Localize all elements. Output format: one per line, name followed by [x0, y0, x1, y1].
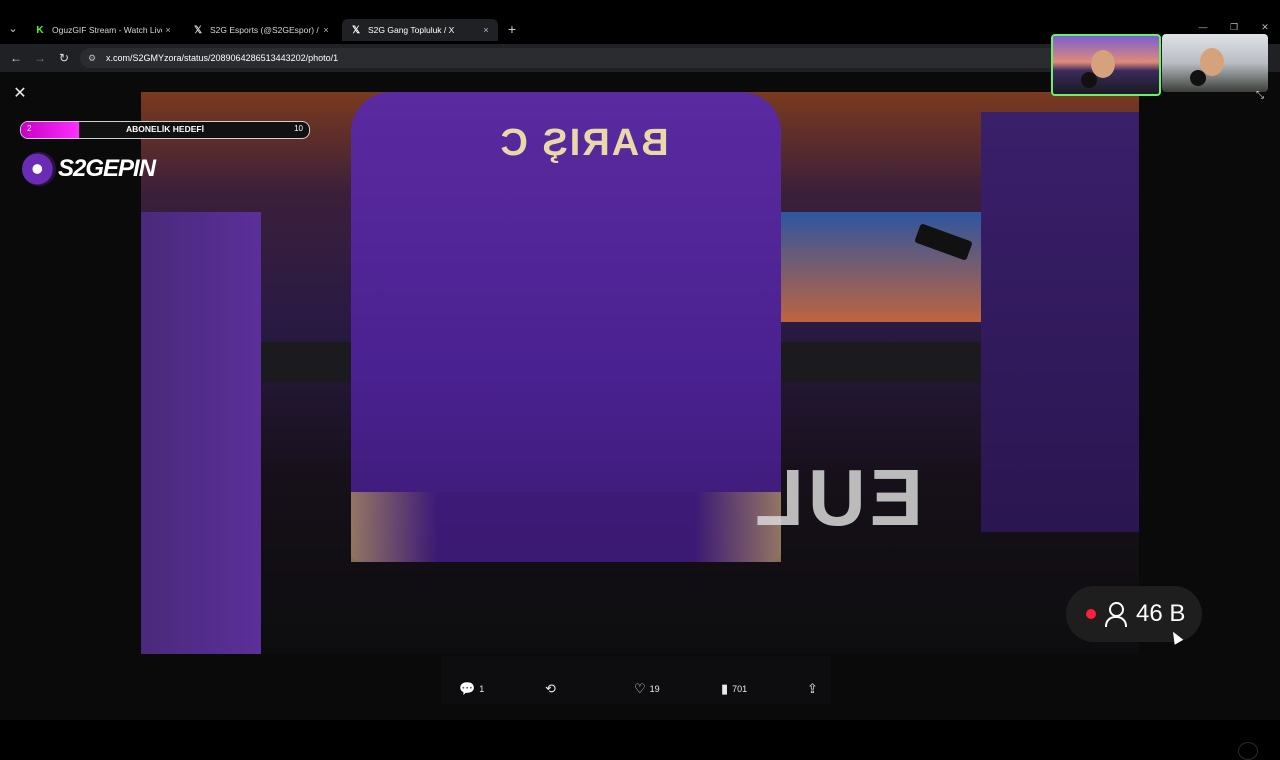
close-tab-icon[interactable]: × — [320, 25, 332, 35]
tweet-photo[interactable]: BARIŞ C EUL — [141, 92, 1139, 654]
tab-title: S2G Gang Topluluk / X — [368, 25, 455, 35]
close-window-icon[interactable]: ✕ — [1258, 22, 1272, 33]
reply-icon: 💬 — [459, 681, 476, 696]
tab-s2g-gang-topluluk[interactable]: 𝕏 S2G Gang Topluluk / X × — [342, 19, 498, 41]
reply-button[interactable]: 💬 1 — [459, 681, 484, 697]
live-dot-icon — [1086, 609, 1096, 619]
new-tab-button[interactable]: + — [505, 21, 519, 37]
url-text: x.com/S2GMYzora/status/20890642865134432… — [106, 53, 339, 63]
like-button[interactable]: ♡ 19 — [634, 681, 660, 697]
tab-s2g-esports[interactable]: 𝕏 S2G Esports (@S2GEspor) / X × — [184, 19, 338, 41]
views-button[interactable]: ▮ 701 — [721, 681, 747, 697]
tweet-action-bar: 💬 1 ⟲ ♡ 19 ▮ 701 ⇪ — [441, 656, 831, 704]
forward-icon[interactable]: → — [32, 51, 48, 65]
like-count: 19 — [649, 684, 660, 694]
reload-icon[interactable]: ↻ — [56, 51, 72, 65]
view-count: 701 — [732, 684, 748, 694]
tab-title: S2G Esports (@S2GEspor) / X — [210, 25, 320, 35]
subscription-goal-bar: 2 ABONELİK HEDEFİ 10 — [20, 121, 310, 139]
webcam-left — [1051, 34, 1161, 96]
viewer-count: 46 B — [1136, 600, 1186, 627]
brand-text: S2GEPIN — [58, 155, 156, 182]
viewer-count-badge: 46 B — [1066, 586, 1202, 642]
message-icon[interactable] — [1238, 742, 1258, 760]
kick-icon: K — [36, 24, 44, 36]
site-info-icon[interactable]: ⚙ — [88, 53, 100, 64]
user-icon — [1104, 601, 1127, 627]
repost-button[interactable]: ⟲ — [545, 681, 560, 697]
share-button[interactable]: ⇪ — [807, 681, 822, 697]
webcam-right — [1162, 34, 1268, 92]
player-left — [141, 212, 261, 654]
tab-oguzgif-stream[interactable]: K OguzGIF Stream - Watch Live o × — [26, 19, 180, 41]
goal-target: 10 — [294, 124, 303, 133]
tab-title: OguzGIF Stream - Watch Live o — [52, 25, 162, 35]
url-field[interactable]: ⚙ x.com/S2GMYzora/status/208906428651344… — [80, 48, 1080, 68]
minimize-icon[interactable]: — — [1196, 22, 1210, 32]
x-icon: 𝕏 — [193, 24, 203, 36]
eye-logo-icon — [22, 152, 56, 186]
tab-search-chevron-icon[interactable]: ⌄ — [6, 22, 20, 36]
reply-count: 1 — [479, 684, 485, 694]
jersey-name: BARIŞ C — [498, 122, 669, 164]
heart-icon: ♡ — [634, 681, 646, 696]
share-icon: ⇪ — [807, 681, 818, 696]
close-icon[interactable]: ✕ — [10, 84, 30, 104]
expand-icon[interactable]: ⤡ — [1254, 90, 1266, 102]
player-right — [981, 112, 1139, 532]
analytics-icon: ▮ — [721, 681, 729, 696]
close-tab-icon[interactable]: × — [480, 25, 492, 35]
restore-icon[interactable]: ❐ — [1227, 22, 1241, 33]
repost-icon: ⟲ — [545, 681, 556, 696]
banner-text: EUL — [751, 453, 923, 542]
goal-label: ABONELİK HEDEFİ — [126, 124, 204, 134]
close-tab-icon[interactable]: × — [162, 25, 174, 35]
x-icon: 𝕏 — [351, 24, 361, 36]
brand-logo: S2GEPIN — [22, 152, 156, 186]
back-icon[interactable]: ← — [8, 51, 24, 65]
